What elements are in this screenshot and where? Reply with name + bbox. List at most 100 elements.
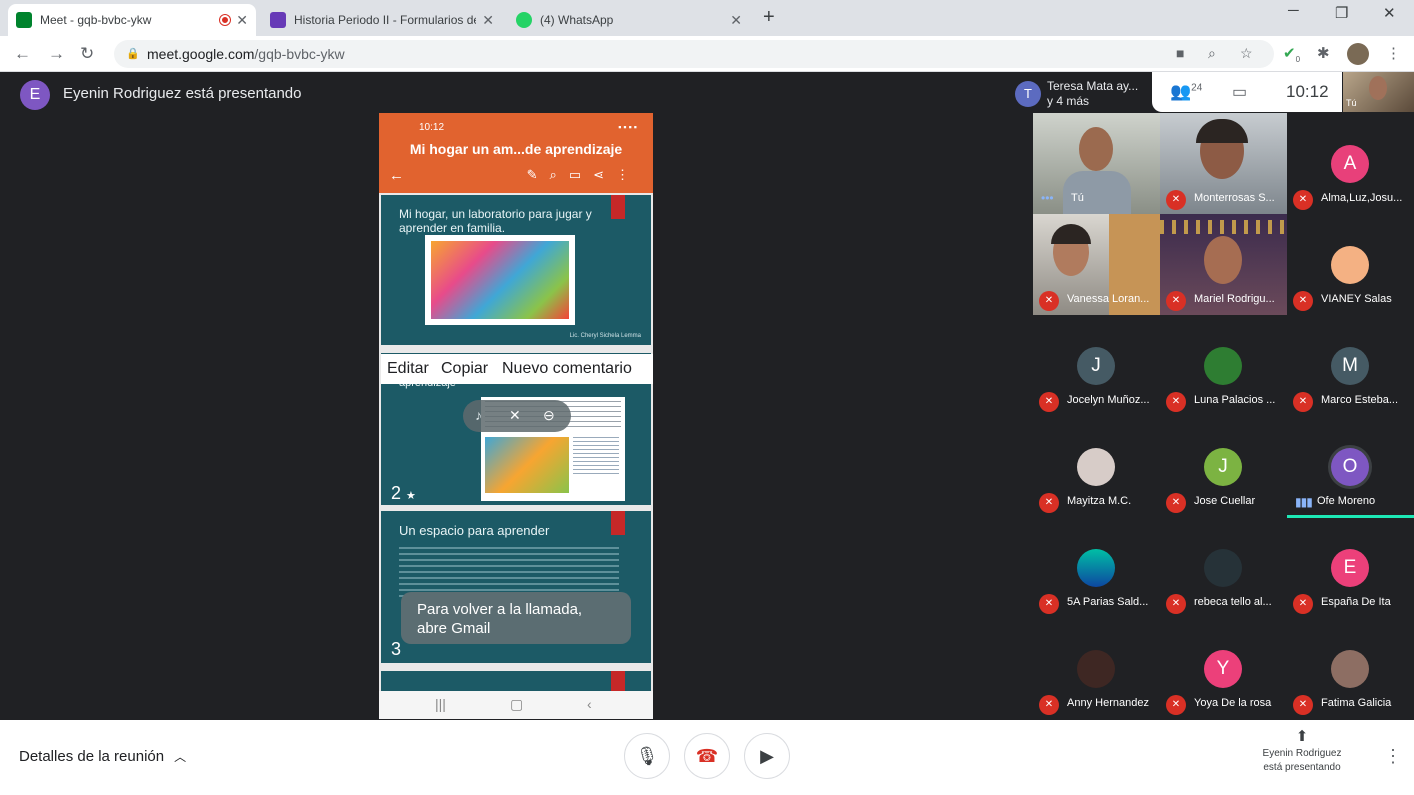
slide-3-title: Un espacio para aprender	[399, 523, 550, 538]
browser-tab-bar: Meet - gqb-bvbc-ykw ✕ Historia Periodo I…	[0, 0, 1414, 36]
tab-title: Meet - gqb-bvbc-ykw	[40, 13, 152, 27]
mic-off-icon: ✕	[1293, 695, 1313, 715]
participant-name: Mayitza M.C.	[1067, 495, 1132, 507]
participant-tile[interactable]: ✕ Monterrosas S...	[1160, 113, 1287, 214]
mic-off-icon: ✕	[1039, 695, 1059, 715]
reload-icon[interactable]: ↻	[80, 44, 94, 64]
participant-tile[interactable]: ✕ Vanessa Loran...	[1033, 214, 1160, 315]
forward-icon[interactable]: →	[48, 44, 65, 64]
participant-avatar: E	[1331, 549, 1369, 587]
people-button[interactable]: 👥24	[1170, 82, 1202, 102]
microphone-button[interactable]: 🎙	[624, 733, 670, 779]
return-call-toast: Para volver a la llamada, abre Gmail	[401, 592, 631, 644]
context-menu: Editar Copiar Nuevo comentario	[381, 354, 653, 384]
participant-name: Ofe Moreno	[1317, 495, 1376, 507]
minimize-icon[interactable]: ─	[1288, 2, 1299, 19]
menu-kebab-icon[interactable]: ⋮	[1386, 44, 1401, 62]
maximize-icon[interactable]: ❐	[1335, 4, 1348, 22]
participant-tile[interactable]: ✕ 5A Parias Sald...	[1033, 517, 1160, 618]
meeting-details-button[interactable]: Detalles de la reunión ︿	[19, 748, 186, 765]
participant-tile[interactable]: J ✕ Jose Cuellar	[1160, 416, 1287, 517]
slide-2-num: 2	[391, 483, 402, 503]
close-tab-icon[interactable]: ✕	[730, 12, 742, 29]
participant-tile[interactable]: ✕ Luna Palacios ...	[1160, 315, 1287, 416]
tab-whatsapp[interactable]: (4) WhatsApp ✕	[508, 4, 750, 36]
participant-tile[interactable]: Y ✕ Yoya De la rosa	[1160, 618, 1287, 719]
participant-tile[interactable]: M ✕ Marco Esteba...	[1287, 315, 1414, 416]
context-copy: Copiar	[441, 360, 489, 377]
presenting-button[interactable]: ⬆ Eyenin Rodriguez está presentando	[1256, 729, 1348, 775]
mic-off-icon: ✕	[1039, 493, 1059, 513]
toast-line-1: Para volver a la llamada,	[417, 601, 583, 618]
participant-tile[interactable]: ✕ rebeca tello al...	[1160, 517, 1287, 618]
chat-icon[interactable]: ▭	[1232, 82, 1247, 102]
lock-icon: 🔒	[126, 48, 140, 60]
mic-off-icon: ✕	[1039, 392, 1059, 412]
url-path: /gqb-bvbc-ykw	[254, 46, 345, 62]
tab-forms[interactable]: Historia Periodo II - Formularios de ✕	[262, 4, 502, 36]
camera-icon[interactable]: ■	[1176, 45, 1184, 61]
participant-tile[interactable]: ✕ Fatima Galicia	[1287, 618, 1414, 719]
participants-count: 24	[1191, 82, 1203, 94]
close-tab-icon[interactable]: ✕	[236, 12, 248, 29]
participant-tile[interactable]: J ✕ Jocelyn Muñoz...	[1033, 315, 1160, 416]
camera-button[interactable]: ▶	[744, 733, 790, 779]
close-window-icon[interactable]: ✕	[1383, 4, 1396, 22]
slide-1-title: Mi hogar, un laboratorio para jugar y ap…	[399, 207, 592, 235]
shield-extension-icon[interactable]: ✔0	[1283, 44, 1300, 64]
url-text: meet.google.com/gqb-bvbc-ykw	[147, 46, 345, 62]
presenter-bar: E Eyenin Rodriguez está presentando	[0, 72, 1010, 114]
zoom-icon[interactable]: ⌕	[1208, 45, 1216, 62]
slide-3-paragraph	[399, 547, 619, 597]
floating-call-controls: ♪ ✕ ⊖	[463, 400, 571, 432]
meeting-clock: 10:12	[1286, 82, 1329, 101]
toast-line-2: abre Gmail	[417, 620, 491, 637]
participant-photo	[1331, 246, 1369, 284]
tab-meet[interactable]: Meet - gqb-bvbc-ykw ✕	[8, 4, 256, 36]
omnibox[interactable]: 🔒 meet.google.com/gqb-bvbc-ykw ■ ⌕ ☆	[114, 40, 1274, 68]
mic-off-icon: ✕	[1293, 190, 1313, 210]
slide-tag	[611, 671, 625, 691]
participant-name: VIANEY Salas	[1321, 293, 1392, 305]
participant-tile[interactable]: A ✕ Alma,Luz,Josu...	[1287, 113, 1414, 214]
recents-icon: |||	[435, 696, 446, 712]
participant-tile[interactable]: ••• Tú	[1033, 113, 1160, 214]
presenter-avatar: E	[20, 80, 50, 110]
mic-off-icon: ✕	[1293, 291, 1313, 311]
participant-name: Fatima Galicia	[1321, 697, 1392, 709]
participant-name: Vanessa Loran...	[1067, 293, 1150, 305]
participant-tile[interactable]: ✕ Mariel Rodrigu...	[1160, 214, 1287, 315]
profile-avatar[interactable]	[1347, 43, 1369, 65]
mic-off-icon: ✕	[1166, 594, 1186, 614]
context-new-comment: Nuevo comentario	[502, 360, 632, 377]
participant-tile[interactable]: ✕ Mayitza M.C.	[1033, 416, 1160, 517]
call-controls-bar: Detalles de la reunión ︿ 🎙 ☎ ▶ ⬆ Eyenin R…	[0, 720, 1414, 795]
participant-photo	[1077, 650, 1115, 688]
mic-off-icon: ✕	[1166, 190, 1186, 210]
bookmark-star-icon[interactable]: ☆	[1240, 45, 1253, 62]
meeting-line-1: Teresa Mata ay...	[1047, 79, 1139, 93]
mic-off-icon: ✕	[509, 407, 521, 423]
more-options-icon[interactable]: ⋮	[1384, 746, 1402, 767]
participant-tile[interactable]: ✕ VIANEY Salas	[1287, 214, 1414, 315]
participant-name: Mariel Rodrigu...	[1194, 293, 1275, 305]
new-tab-button[interactable]: +	[763, 6, 775, 29]
meeting-info[interactable]: T Teresa Mata ay... y 4 más	[1010, 72, 1150, 114]
self-view[interactable]: Tú	[1343, 72, 1414, 112]
participant-avatar: M	[1331, 347, 1369, 385]
participant-tile[interactable]: O ▮▮▮ Ofe Moreno	[1287, 416, 1414, 518]
close-tab-icon[interactable]: ✕	[482, 12, 494, 29]
meeting-toolbar: 👥24 ▭ 10:12	[1152, 72, 1342, 112]
meeting-avatar: T	[1015, 81, 1041, 107]
bell-icon: ♪	[475, 407, 482, 423]
end-call-button[interactable]: ☎	[684, 733, 730, 779]
back-icon[interactable]: ←	[14, 44, 31, 64]
slide-3-number: 3	[391, 639, 402, 659]
participant-tile[interactable]: E ✕ España De Ita	[1287, 517, 1414, 618]
slide-1: Mi hogar, un laboratorio para jugar y ap…	[381, 195, 651, 345]
participant-name: Anny Hernandez	[1067, 697, 1149, 709]
participant-tile[interactable]: ✕ Anny Hernandez	[1033, 618, 1160, 719]
puzzle-extensions-icon[interactable]: ✱	[1317, 44, 1330, 62]
address-bar-row: ← → ↻ 🔒 meet.google.com/gqb-bvbc-ykw ■ ⌕…	[0, 36, 1414, 72]
meet-favicon-icon	[16, 12, 32, 28]
